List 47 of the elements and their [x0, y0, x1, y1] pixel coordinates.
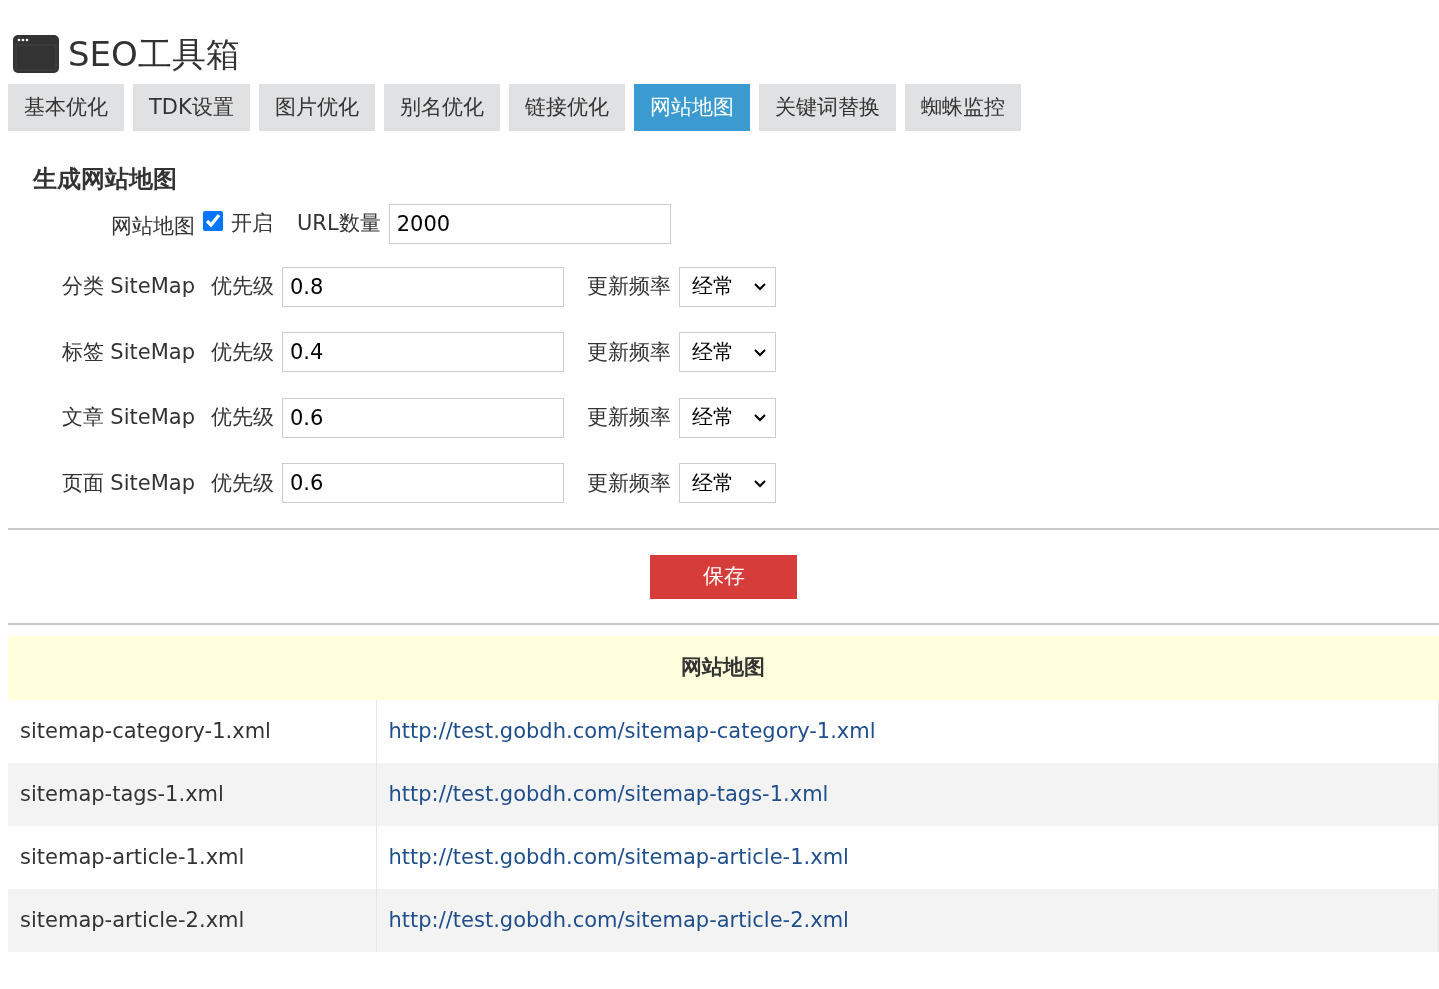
tab[interactable]: 基本优化	[8, 84, 124, 131]
browser-window-icon	[12, 34, 60, 74]
table-cell: sitemap-article-2.xml	[8, 889, 376, 952]
field-label: 优先级	[211, 273, 274, 300]
tab[interactable]: 别名优化	[383, 84, 500, 131]
field-label: 页面 SiteMap	[60, 469, 195, 497]
field-label: 更新频率	[587, 338, 671, 366]
field-label: 标签 SiteMap	[60, 338, 195, 366]
tab[interactable]: 关键词替换	[758, 84, 896, 131]
chevron-down-icon	[753, 478, 767, 488]
chevron-down-icon	[753, 282, 767, 292]
priority-field[interactable]: 0.6	[282, 463, 564, 504]
tab[interactable]: 图片优化	[258, 84, 375, 131]
tab[interactable]: TDK设置	[133, 84, 250, 131]
url-count-field[interactable]: 2000	[388, 204, 671, 244]
save-button[interactable]: 保存	[650, 555, 797, 599]
field-label: 文章 SiteMap	[60, 404, 195, 431]
sitemap-link[interactable]: http://test.gobdh.com/sitemap-category-1.xml	[388, 718, 876, 743]
chevron-down-icon	[753, 347, 767, 357]
field-label: 更新频率	[587, 273, 671, 300]
tab[interactable]: 链接优化	[508, 84, 625, 131]
table-cell: sitemap-tags-1.xml	[8, 763, 376, 826]
frequency-dropdown[interactable]: 经常	[679, 463, 776, 504]
priority-field[interactable]: 0.4	[282, 332, 564, 373]
sitemap-link[interactable]: http://test.gobdh.com/sitemap-article-2.xml	[388, 907, 849, 932]
field-label: 分类 SiteMap	[60, 273, 195, 300]
priority-field[interactable]: 0.6	[282, 397, 564, 438]
sitemap-link[interactable]: http://test.gobdh.com/sitemap-article-1.xml	[388, 844, 849, 869]
field-label: URL数量	[297, 210, 381, 238]
checkbox[interactable]	[203, 211, 223, 231]
frequency-dropdown[interactable]: 经常	[679, 266, 776, 307]
priority-field[interactable]: 0.8	[282, 266, 564, 307]
field-label: 网站地图	[110, 213, 195, 241]
table-header: 网站地图	[8, 636, 1439, 700]
checkbox-label[interactable]: 开启	[231, 208, 273, 240]
field-label: 优先级	[211, 338, 274, 366]
field-label: 优先级	[211, 469, 274, 497]
tab[interactable]: 蜘蛛监控	[904, 84, 1021, 131]
sitemap-link[interactable]: http://test.gobdh.com/sitemap-tags-1.xml	[388, 781, 829, 806]
frequency-dropdown[interactable]: 经常	[679, 332, 776, 373]
chevron-down-icon	[753, 413, 767, 423]
page-title: SEO工具箱	[68, 37, 240, 71]
section-heading: 生成网站地图	[31, 164, 178, 195]
field-label: 更新频率	[587, 469, 671, 497]
field-label: 更新频率	[587, 404, 671, 431]
field-label: 优先级	[211, 404, 274, 431]
frequency-dropdown[interactable]: 经常	[679, 397, 776, 438]
